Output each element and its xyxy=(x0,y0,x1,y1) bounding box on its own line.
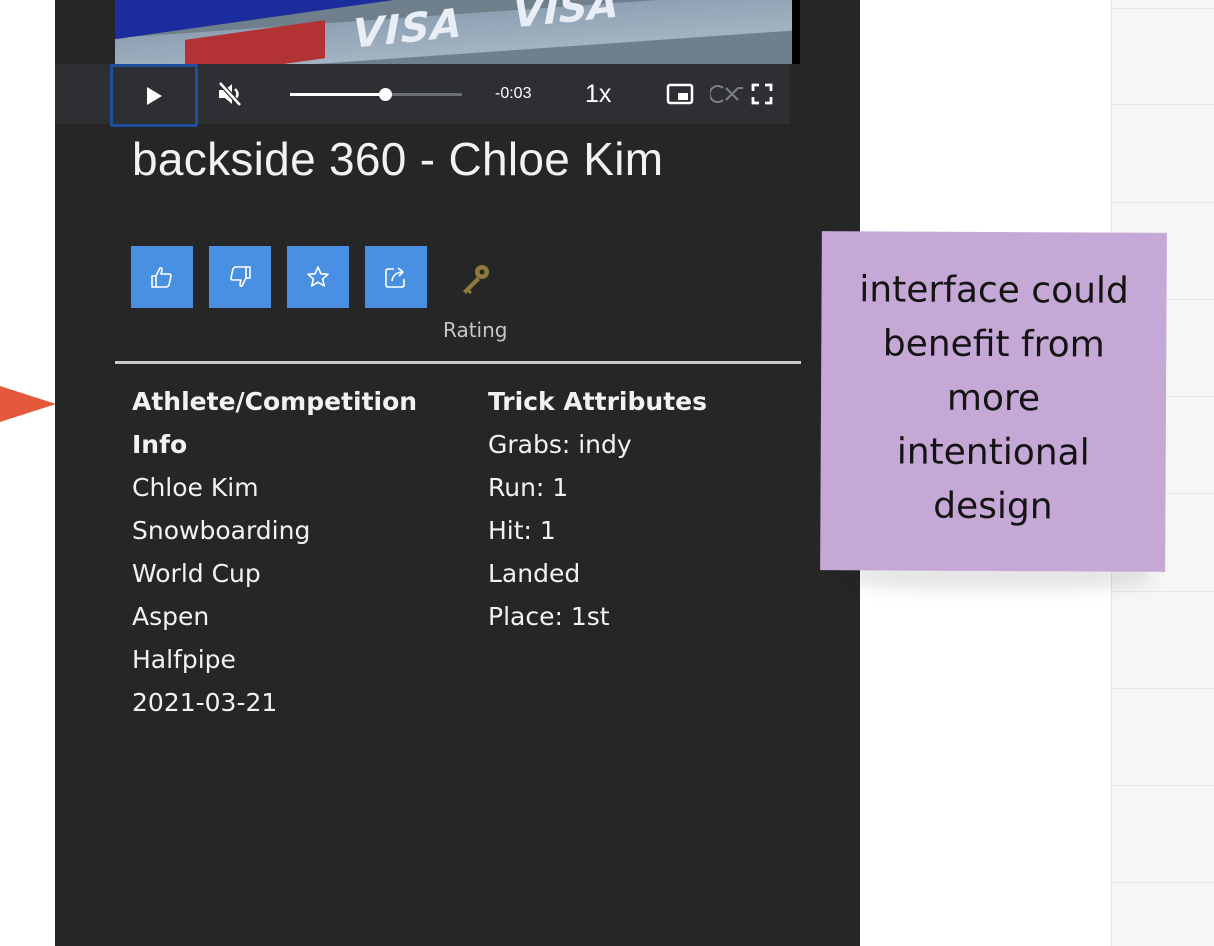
sticky-note-text: interface could benefit from more intent… xyxy=(820,263,1166,535)
grid-line xyxy=(1112,785,1214,786)
video-control-bar: -0:03 1x xyxy=(55,64,790,127)
grid-line xyxy=(1112,202,1214,203)
play-button[interactable] xyxy=(110,64,198,127)
section-divider xyxy=(115,361,801,364)
trick-place: Place: 1st xyxy=(488,602,610,631)
progress-handle[interactable] xyxy=(378,88,392,101)
share-button[interactable] xyxy=(365,246,427,308)
dislike-button[interactable] xyxy=(209,246,271,308)
sport: Snowboarding xyxy=(132,516,311,545)
pointer-arrow-icon xyxy=(0,386,56,422)
playback-speed-button[interactable]: 1x xyxy=(585,78,611,110)
grid-line xyxy=(1112,882,1214,883)
sticky-note-line: benefit from xyxy=(882,323,1105,366)
sticky-note-line: intentional xyxy=(896,431,1090,474)
event: Halfpipe xyxy=(132,645,236,674)
fullscreen-button[interactable] xyxy=(745,78,779,110)
picture-in-picture-button[interactable] xyxy=(662,78,698,110)
star-icon xyxy=(307,266,329,287)
chromecast-button[interactable] xyxy=(710,78,744,110)
sticky-note-line: more xyxy=(946,377,1041,420)
trick-run: Run: 1 xyxy=(488,473,569,502)
athlete-info-heading: Info xyxy=(132,430,188,459)
play-icon xyxy=(147,86,162,105)
progress-fill xyxy=(290,93,385,96)
athlete-name: Chloe Kim xyxy=(132,473,259,502)
share-icon xyxy=(385,267,405,288)
sticky-note-line: design xyxy=(933,485,1053,528)
video-border xyxy=(792,0,800,64)
trick-grabs: Grabs: indy xyxy=(488,430,632,459)
sticky-note-line: interface could xyxy=(859,269,1129,312)
thumbs-up-icon xyxy=(151,266,172,288)
like-button[interactable] xyxy=(131,246,193,308)
mute-button[interactable] xyxy=(210,74,250,114)
sticky-note[interactable]: interface could benefit from more intent… xyxy=(820,231,1167,572)
chromecast-icon xyxy=(710,85,743,103)
trick-attributes-heading: Trick Attributes xyxy=(488,387,707,416)
page-title: backside 360 - Chloe Kim xyxy=(132,133,664,185)
rating-label: Rating xyxy=(443,318,508,342)
video-frame[interactable]: VISA VISA xyxy=(115,0,792,64)
muted-speaker-icon xyxy=(218,81,242,107)
time-remaining: -0:03 xyxy=(495,85,532,102)
grid-line xyxy=(1112,591,1214,592)
progress-slider[interactable] xyxy=(290,88,462,101)
favorite-button[interactable] xyxy=(287,246,349,308)
date: 2021-03-21 xyxy=(132,688,278,717)
video-banner-red xyxy=(185,20,325,64)
key-icon xyxy=(463,265,489,294)
trick-result: Landed xyxy=(488,559,581,588)
grid-line xyxy=(1112,104,1214,105)
grid-line xyxy=(1112,8,1214,9)
competition: World Cup xyxy=(132,559,261,588)
fullscreen-icon xyxy=(751,83,773,105)
trick-hit: Hit: 1 xyxy=(488,516,556,545)
athlete-info-heading: Athlete/Competition xyxy=(132,387,418,416)
trick-attributes-section: Trick Attributes Grabs: indy Run: 1 Hit:… xyxy=(488,380,788,638)
picture-in-picture-icon xyxy=(666,83,694,105)
grid-line xyxy=(1112,688,1214,689)
athlete-info-section: Athlete/Competition Info Chloe Kim Snowb… xyxy=(132,380,452,724)
thumbs-down-icon xyxy=(230,266,251,288)
location: Aspen xyxy=(132,602,210,631)
